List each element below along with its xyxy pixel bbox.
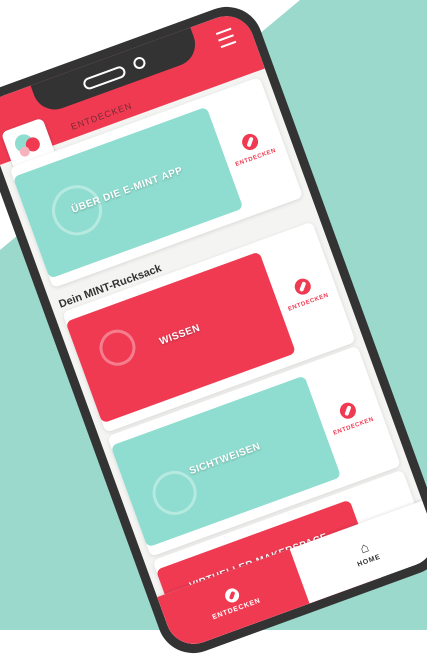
discover-label: ENTDECKEN: [287, 292, 330, 313]
home-icon: ⌂: [357, 537, 371, 556]
compass-icon: [337, 400, 359, 421]
hamburger-menu-icon[interactable]: [215, 27, 237, 49]
compass-icon: [292, 276, 314, 297]
card-title: ÜBER DIE E-MINT APP: [70, 165, 185, 216]
compass-icon: [239, 131, 261, 153]
camera-icon: [131, 55, 148, 71]
discover-label: ENTDECKEN: [234, 147, 278, 169]
card-title: SICHTWEISEN: [187, 441, 263, 478]
nav-home-label: HOME: [356, 553, 382, 568]
discover-label: ENTDECKEN: [332, 416, 375, 437]
compass-icon: [222, 586, 241, 605]
